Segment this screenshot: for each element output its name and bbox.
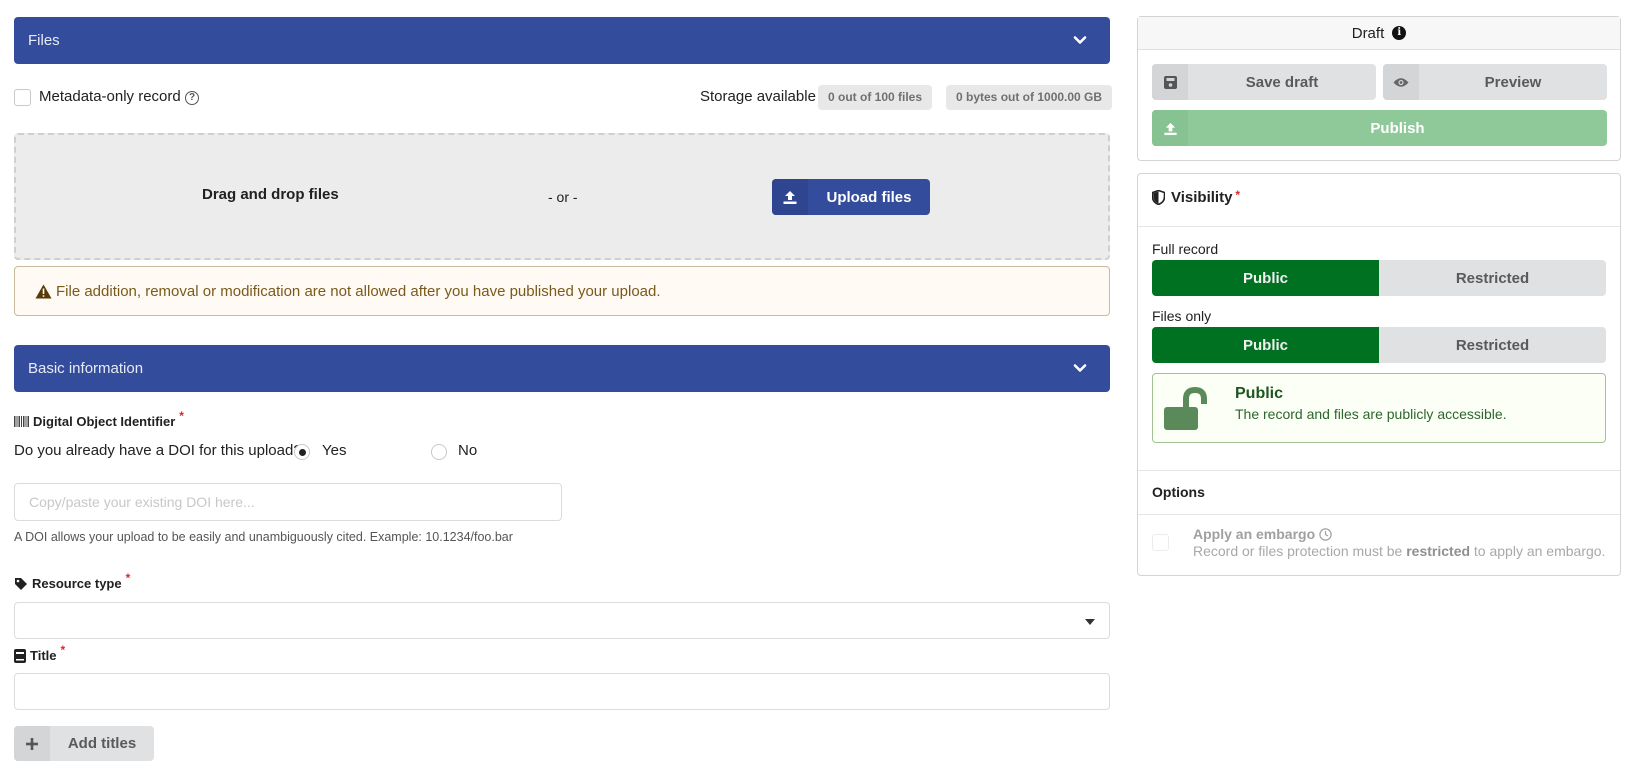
doi-help-text: A DOI allows your upload to be easily an… bbox=[14, 530, 513, 544]
divider bbox=[1138, 226, 1620, 227]
title-field-label: Title * bbox=[14, 643, 65, 663]
upload-files-label: Upload files bbox=[826, 188, 912, 206]
resource-type-label-text: Resource type bbox=[32, 576, 122, 591]
preview-label: Preview bbox=[1484, 73, 1542, 91]
preview-button[interactable]: Preview bbox=[1383, 64, 1607, 100]
files-only-restricted-button[interactable]: Restricted bbox=[1379, 327, 1606, 363]
doi-no-radio[interactable] bbox=[431, 444, 447, 460]
full-record-toggle: Public Restricted bbox=[1152, 260, 1606, 296]
embargo-help-post: to apply an embargo. bbox=[1470, 543, 1606, 559]
book-icon bbox=[14, 648, 26, 663]
save-draft-button[interactable]: Save draft bbox=[1152, 64, 1376, 100]
files-warning-text: File addition, removal or modification a… bbox=[56, 282, 661, 300]
full-record-public-button[interactable]: Public bbox=[1152, 260, 1379, 296]
title-input[interactable] bbox=[14, 673, 1110, 710]
draft-status-header: Draft i bbox=[1138, 17, 1620, 50]
doi-question: Do you already have a DOI for this uploa… bbox=[14, 442, 302, 459]
doi-input[interactable] bbox=[14, 483, 562, 521]
dropdown-caret-icon bbox=[1085, 619, 1095, 625]
publish-button[interactable]: Publish bbox=[1152, 110, 1607, 146]
question-circle-icon[interactable]: ? bbox=[185, 91, 199, 105]
required-mark: * bbox=[60, 642, 66, 657]
actions-card: Draft i Save draft Preview Publish bbox=[1137, 16, 1621, 161]
save-icon bbox=[1152, 64, 1188, 100]
storage-available-label: Storage available bbox=[700, 88, 816, 105]
chevron-down-icon bbox=[1073, 36, 1087, 44]
publish-label: Publish bbox=[1370, 119, 1425, 137]
doi-no-label[interactable]: No bbox=[458, 442, 477, 459]
files-only-toggle: Public Restricted bbox=[1152, 327, 1606, 363]
files-accordion-header[interactable]: Files bbox=[14, 17, 1110, 64]
visibility-summary-text: The record and files are publicly access… bbox=[1235, 406, 1507, 422]
basic-info-header-title: Basic information bbox=[28, 360, 144, 377]
files-only-label: Files only bbox=[1152, 308, 1212, 324]
basic-info-accordion-header[interactable]: Basic information bbox=[14, 345, 1110, 392]
required-mark: * bbox=[125, 570, 131, 585]
embargo-label: Apply an embargo bbox=[1193, 526, 1332, 542]
add-titles-label: Add titles bbox=[67, 735, 137, 752]
upload-icon bbox=[1152, 110, 1188, 146]
resource-type-dropdown[interactable] bbox=[14, 602, 1110, 639]
plus-icon bbox=[14, 726, 50, 761]
drag-drop-label: Drag and drop files bbox=[202, 186, 339, 203]
save-draft-label: Save draft bbox=[1245, 73, 1319, 91]
files-header-title: Files bbox=[28, 32, 60, 49]
files-quota-badge: 0 out of 100 files bbox=[818, 85, 933, 110]
tag-icon bbox=[15, 577, 27, 590]
size-quota-badge: 0 bytes out of 1000.00 GB bbox=[946, 85, 1113, 110]
info-circle-icon[interactable]: i bbox=[1392, 26, 1407, 40]
shield-icon bbox=[1152, 190, 1165, 205]
warning-triangle-icon bbox=[35, 284, 52, 298]
required-mark: * bbox=[1235, 187, 1241, 202]
divider bbox=[1138, 470, 1620, 471]
upload-icon bbox=[772, 179, 808, 215]
visibility-title: Visibility * bbox=[1152, 187, 1241, 206]
title-label-text: Title bbox=[30, 648, 57, 663]
divider bbox=[1138, 514, 1620, 515]
doi-yes-label[interactable]: Yes bbox=[322, 442, 346, 459]
doi-field-label: Digital Object Identifier * bbox=[14, 409, 184, 429]
add-titles-button[interactable]: Add titles bbox=[14, 726, 154, 761]
embargo-help-bold: restricted bbox=[1406, 543, 1471, 559]
resource-type-field-label: Resource type * bbox=[14, 571, 130, 591]
or-separator: - or - bbox=[548, 189, 578, 205]
full-record-label: Full record bbox=[1152, 241, 1219, 257]
embargo-label-text: Apply an embargo bbox=[1193, 526, 1316, 542]
visibility-title-text: Visibility bbox=[1171, 189, 1233, 206]
draft-status-label: Draft bbox=[1351, 24, 1385, 42]
doi-label-text: Digital Object Identifier bbox=[33, 414, 176, 429]
visibility-summary: Public The record and files are publicly… bbox=[1152, 373, 1606, 443]
full-record-restricted-button[interactable]: Restricted bbox=[1379, 260, 1606, 296]
required-mark: * bbox=[179, 408, 184, 423]
clock-icon bbox=[1319, 527, 1332, 541]
files-only-public-button[interactable]: Public bbox=[1152, 327, 1379, 363]
embargo-help-pre: Record or files protection must be bbox=[1193, 543, 1407, 559]
chevron-down-icon bbox=[1073, 364, 1087, 372]
barcode-icon bbox=[14, 416, 29, 427]
eye-icon bbox=[1383, 64, 1419, 100]
doi-yes-radio[interactable] bbox=[294, 444, 310, 460]
embargo-checkbox[interactable] bbox=[1152, 534, 1169, 551]
metadata-only-label: Metadata-only record bbox=[39, 88, 181, 105]
unlock-icon bbox=[1164, 387, 1207, 430]
files-warning-message: File addition, removal or modification a… bbox=[14, 266, 1110, 316]
options-title: Options bbox=[1152, 484, 1205, 500]
visibility-summary-title: Public bbox=[1235, 385, 1284, 402]
metadata-only-checkbox[interactable] bbox=[14, 89, 31, 106]
embargo-help-text: Record or files protection must be restr… bbox=[1193, 543, 1605, 559]
upload-files-button[interactable]: Upload files bbox=[772, 179, 930, 215]
visibility-card: Visibility * Full record Public Restrict… bbox=[1137, 173, 1621, 576]
